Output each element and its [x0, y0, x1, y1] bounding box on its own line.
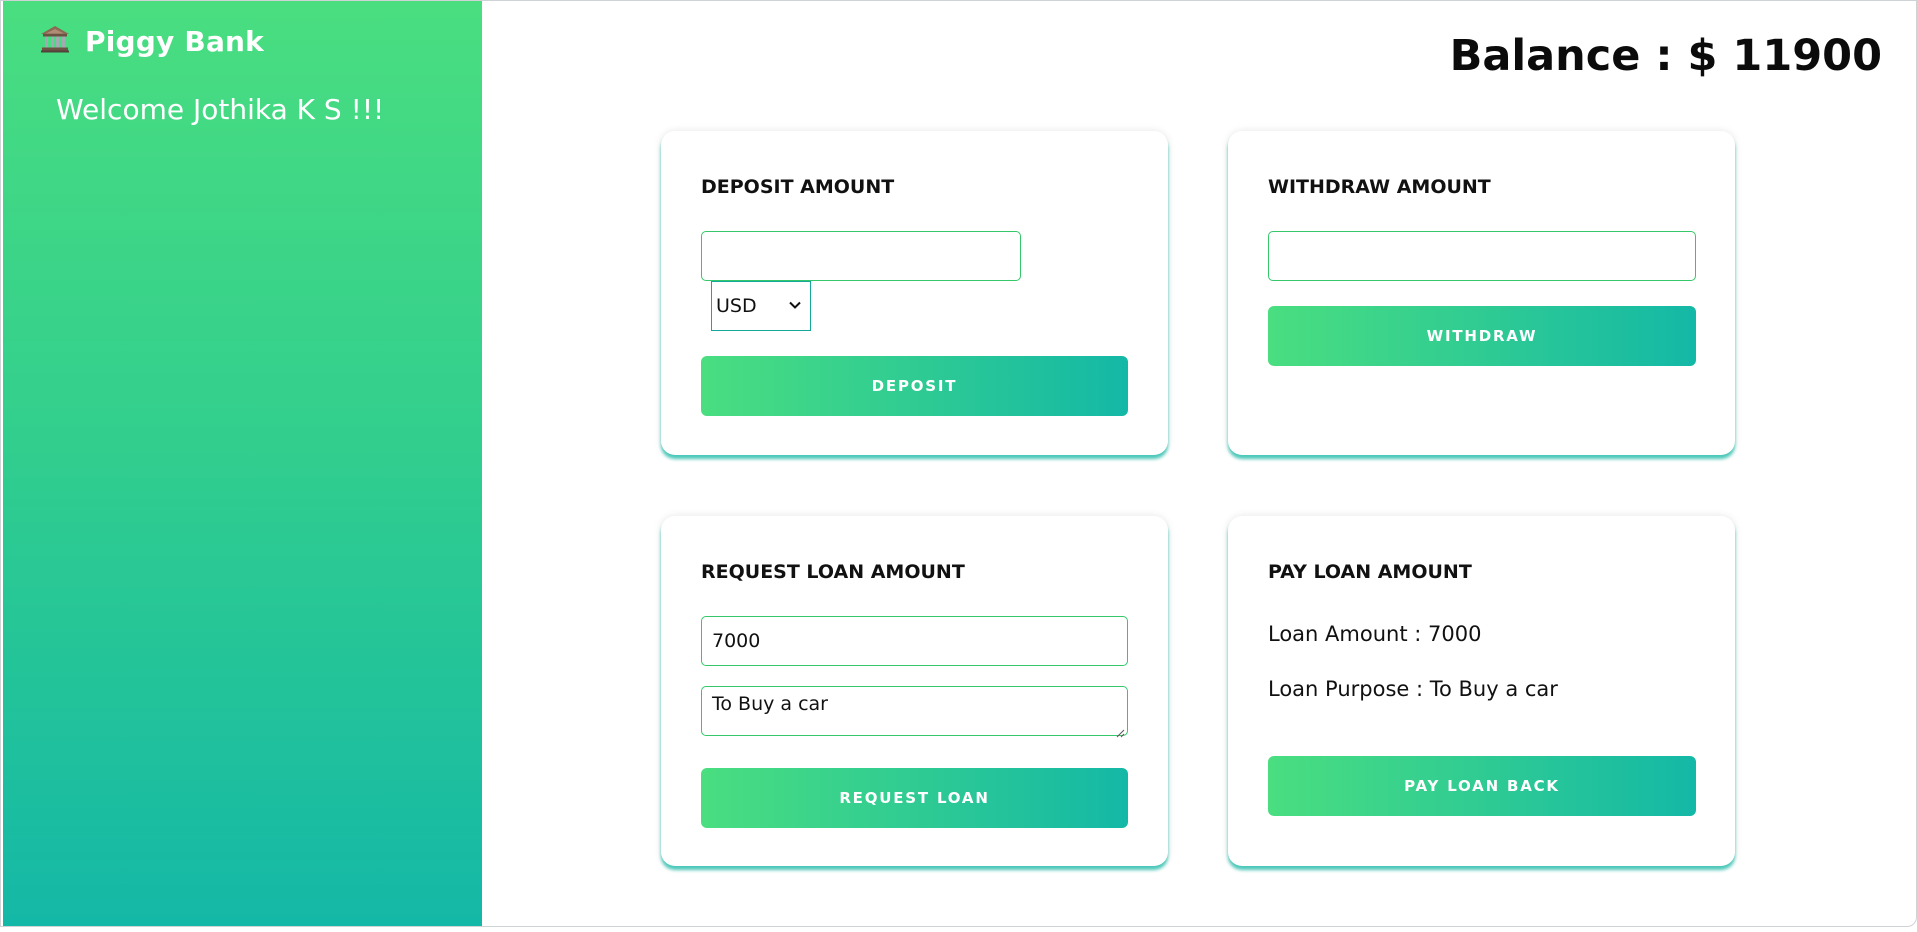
- currency-select[interactable]: USD: [711, 281, 811, 331]
- withdraw-button[interactable]: WITHDRAW: [1268, 306, 1696, 366]
- loan-purpose-text: Loan Purpose : To Buy a car: [1268, 677, 1558, 701]
- resize-handle-icon[interactable]: [1115, 723, 1125, 738]
- deposit-amount-input[interactable]: [701, 231, 1021, 281]
- loan-amount-input[interactable]: [701, 616, 1128, 666]
- deposit-card: DEPOSIT AMOUNT USD DEPOSIT: [661, 131, 1168, 455]
- pay-loan-back-button[interactable]: PAY LOAN BACK: [1268, 756, 1696, 816]
- request-loan-title: REQUEST LOAN AMOUNT: [701, 561, 965, 583]
- withdraw-title: WITHDRAW AMOUNT: [1268, 176, 1491, 198]
- loan-amount-text: Loan Amount : 7000: [1268, 622, 1482, 646]
- request-loan-card: REQUEST LOAN AMOUNT To Buy a car REQUEST…: [661, 516, 1168, 866]
- balance-display: Balance : $ 11900: [1449, 31, 1882, 81]
- app-window: Piggy Bank Welcome Jothika K S !!! Balan…: [0, 0, 1917, 927]
- withdraw-card: WITHDRAW AMOUNT WITHDRAW: [1228, 131, 1735, 455]
- deposit-button[interactable]: DEPOSIT: [701, 356, 1128, 416]
- pay-loan-title: PAY LOAN AMOUNT: [1268, 561, 1472, 583]
- deposit-title: DEPOSIT AMOUNT: [701, 176, 895, 198]
- loan-purpose-textarea[interactable]: To Buy a car: [701, 686, 1128, 736]
- withdraw-amount-input[interactable]: [1268, 231, 1696, 281]
- pay-loan-card: PAY LOAN AMOUNT Loan Amount : 7000 Loan …: [1228, 516, 1735, 866]
- chevron-down-icon: [788, 295, 810, 317]
- sidebar: Piggy Bank Welcome Jothika K S !!!: [3, 1, 482, 926]
- request-loan-button[interactable]: REQUEST LOAN: [701, 768, 1128, 828]
- brand: Piggy Bank: [39, 23, 264, 59]
- currency-select-value: USD: [716, 295, 757, 317]
- bank-icon: [39, 23, 71, 59]
- welcome-message: Welcome Jothika K S !!!: [56, 93, 385, 126]
- brand-name: Piggy Bank: [85, 24, 264, 58]
